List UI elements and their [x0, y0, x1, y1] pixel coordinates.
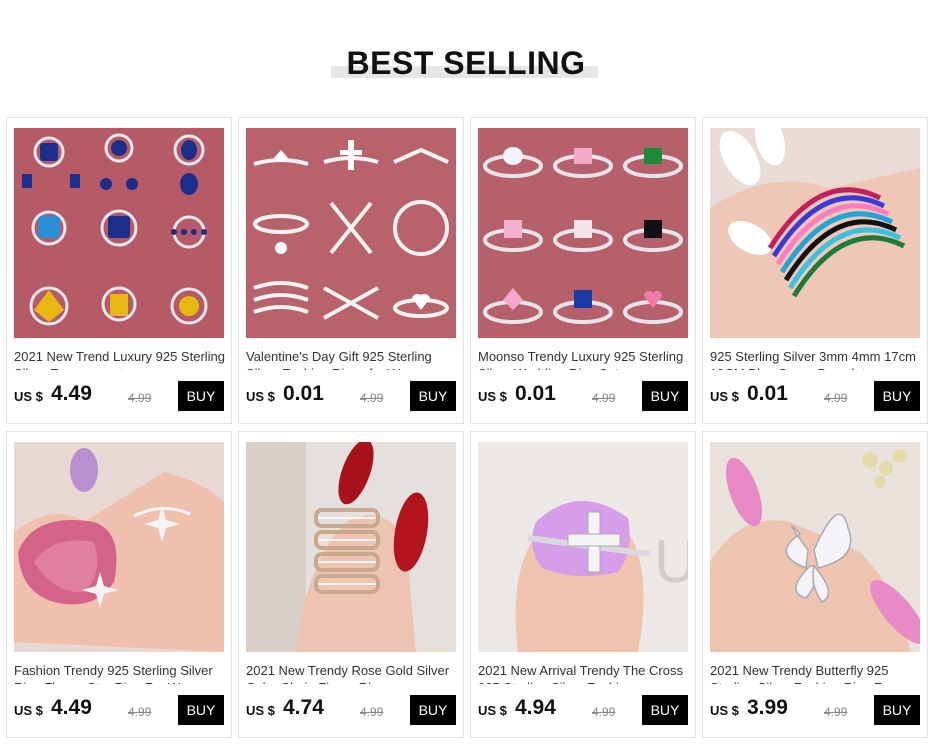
original-price: 4.99 [128, 391, 152, 405]
bracelet-image [710, 128, 920, 338]
buy-button[interactable]: BUY [874, 695, 920, 725]
price-row: US $ 4.94 4.99 BUY [478, 695, 690, 725]
product-price: 0.01 [283, 382, 324, 405]
product-card[interactable]: 2021 New Trendy Butterfly 925 Sterling S… [702, 431, 928, 738]
original-price: 4.99 [824, 705, 848, 719]
currency-label: US $ [246, 703, 275, 718]
butterfly-ring-image [710, 442, 920, 652]
product-image[interactable] [14, 442, 224, 652]
product-price: 3.99 [747, 696, 788, 719]
original-price: 4.99 [592, 391, 616, 405]
currency-label: US $ [710, 389, 739, 404]
section-heading: BEST SELLING [0, 44, 932, 84]
currency-label: US $ [478, 703, 507, 718]
product-title[interactable]: 2021 New Trend Luxury 925 Sterling Silve… [14, 348, 226, 370]
price-row: US $ 0.01 4.99 BUY [478, 381, 690, 411]
price-row: US $ 4.49 4.99 BUY [14, 695, 226, 725]
product-image[interactable] [246, 128, 456, 338]
buy-button[interactable]: BUY [178, 695, 224, 725]
ring-collection-image [478, 128, 688, 338]
currency-label: US $ [14, 389, 43, 404]
currency-label: US $ [14, 703, 43, 718]
product-price: 0.01 [747, 382, 788, 405]
original-price: 4.99 [360, 705, 384, 719]
cross-ring-image: U [478, 442, 688, 652]
product-title[interactable]: 925 Sterling Silver 3mm 4mm 17cm 19CM Bl… [710, 348, 922, 370]
buy-button[interactable]: BUY [410, 381, 456, 411]
product-price: 4.94 [515, 696, 556, 719]
product-title[interactable]: Moonso Trendy Luxury 925 Sterling Silver… [478, 348, 690, 370]
product-card[interactable]: 2021 New Trendy Rose Gold Silver Color C… [238, 431, 464, 738]
product-card[interactable]: 2021 New Trend Luxury 925 Sterling Silve… [6, 117, 232, 424]
buy-button[interactable]: BUY [642, 695, 688, 725]
product-card[interactable]: 925 Sterling Silver 3mm 4mm 17cm 19CM Bl… [702, 117, 928, 424]
currency-label: US $ [710, 703, 739, 718]
currency-label: US $ [246, 389, 275, 404]
product-grid: 2021 New Trend Luxury 925 Sterling Silve… [6, 117, 928, 741]
product-image[interactable]: U [478, 442, 688, 652]
product-title[interactable]: 2021 New Trendy Rose Gold Silver Color C… [246, 662, 458, 684]
page-title: BEST SELLING [346, 45, 586, 81]
original-price: 4.99 [824, 391, 848, 405]
price-row: US $ 0.01 4.99 BUY [710, 381, 922, 411]
buy-button[interactable]: BUY [410, 695, 456, 725]
original-price: 4.99 [592, 705, 616, 719]
product-image[interactable] [710, 442, 920, 652]
product-image[interactable] [246, 442, 456, 652]
product-price: 4.49 [51, 696, 92, 719]
chain-ring-image [246, 442, 456, 652]
product-title[interactable]: 2021 New Arrival Trendy The Cross 925 St… [478, 662, 690, 684]
original-price: 4.99 [360, 391, 384, 405]
product-image[interactable] [14, 128, 224, 338]
buy-button[interactable]: BUY [178, 381, 224, 411]
ring-collection-image [14, 128, 224, 338]
product-image[interactable] [478, 128, 688, 338]
buy-button[interactable]: BUY [874, 381, 920, 411]
product-price: 4.49 [51, 382, 92, 405]
svg-text:U: U [654, 528, 688, 595]
product-card[interactable]: Moonso Trendy Luxury 925 Sterling Silver… [470, 117, 696, 424]
product-title[interactable]: Fashion Trendy 925 Sterling Silver Ring … [14, 662, 226, 684]
price-row: US $ 4.74 4.99 BUY [246, 695, 458, 725]
price-row: US $ 0.01 4.99 BUY [246, 381, 458, 411]
currency-label: US $ [478, 389, 507, 404]
product-card[interactable]: Fashion Trendy 925 Sterling Silver Ring … [6, 431, 232, 738]
product-title[interactable]: Valentine's Day Gift 925 Sterling Silver… [246, 348, 458, 370]
ring-collection-image [246, 128, 456, 338]
price-row: US $ 4.49 4.99 BUY [14, 381, 226, 411]
product-price: 4.74 [283, 696, 324, 719]
product-price: 0.01 [515, 382, 556, 405]
product-title[interactable]: 2021 New Trendy Butterfly 925 Sterling S… [710, 662, 922, 684]
original-price: 4.99 [128, 705, 152, 719]
buy-button[interactable]: BUY [642, 381, 688, 411]
product-card[interactable]: Valentine's Day Gift 925 Sterling Silver… [238, 117, 464, 424]
product-card[interactable]: U 2021 New Arrival Trendy The Cross 925 … [470, 431, 696, 738]
product-image[interactable] [710, 128, 920, 338]
price-row: US $ 3.99 4.99 BUY [710, 695, 922, 725]
star-ring-image [14, 442, 224, 652]
